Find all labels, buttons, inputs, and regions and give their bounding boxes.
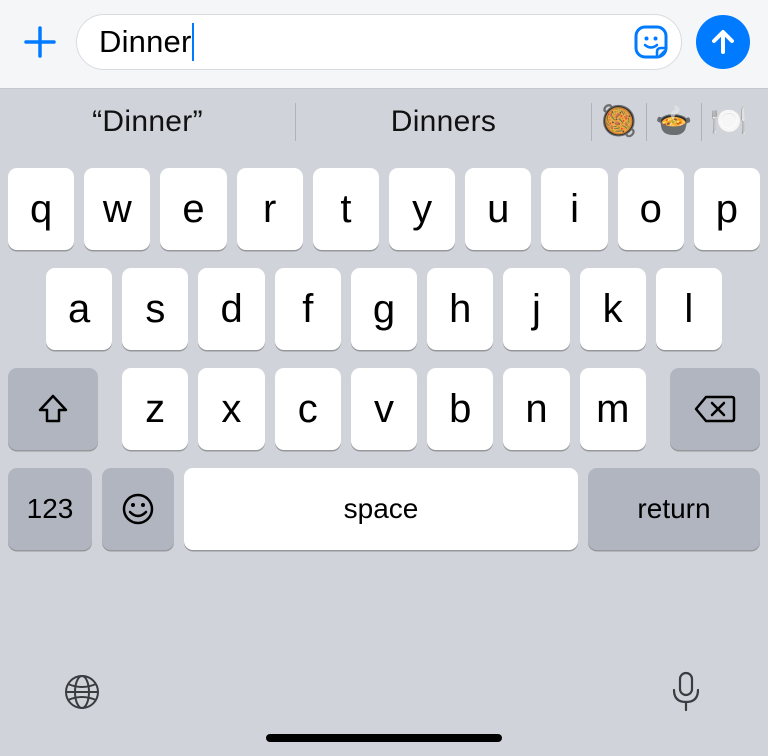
key-w[interactable]: w [84,168,150,250]
key-row-3: z x c v b n m [8,368,760,450]
key-emoji[interactable] [102,468,174,550]
suggestion-emoji-3[interactable]: 🍽️ [702,104,756,139]
globe-button[interactable] [58,668,106,716]
text-caret [192,23,194,61]
suggestion-quoted[interactable]: “Dinner” [0,105,295,139]
key-i[interactable]: i [541,168,607,250]
sticker-smile-icon [633,24,669,60]
key-s[interactable]: s [122,268,188,350]
key-v[interactable]: v [351,368,417,450]
shift-icon [35,391,71,427]
key-n[interactable]: n [503,368,569,450]
key-return[interactable]: return [588,468,760,550]
key-j[interactable]: j [503,268,569,350]
emoji-face-icon [120,491,156,527]
key-a[interactable]: a [46,268,112,350]
key-z[interactable]: z [122,368,188,450]
key-backspace[interactable] [670,368,760,450]
key-m[interactable]: m [580,368,646,450]
key-g[interactable]: g [351,268,417,350]
key-numbers[interactable]: 123 [8,468,92,550]
suggestion-plural[interactable]: Dinners [296,105,591,139]
backspace-icon [694,393,736,425]
key-q[interactable]: q [8,168,74,250]
message-input[interactable]: Dinner [76,14,682,70]
keyboard: q w e r t y u i o p a s d f g h j k l z … [0,154,768,650]
keyboard-bottom-bar [0,650,768,756]
send-arrow-icon [708,27,738,57]
key-row-1: q w e r t y u i o p [8,168,760,250]
suggestion-bar: “Dinner” Dinners 🥘 🍲 🍽️ [0,88,768,154]
compose-bar: Dinner [0,0,768,88]
key-f[interactable]: f [275,268,341,350]
key-o[interactable]: o [618,168,684,250]
dictation-button[interactable] [662,668,710,716]
key-u[interactable]: u [465,168,531,250]
key-space[interactable]: space [184,468,578,550]
key-x[interactable]: x [198,368,264,450]
key-l[interactable]: l [656,268,722,350]
plus-icon [22,24,58,60]
key-h[interactable]: h [427,268,493,350]
key-row-4: 123 space return [8,468,760,550]
key-t[interactable]: t [313,168,379,250]
key-r[interactable]: r [237,168,303,250]
message-text: Dinner [99,24,192,60]
send-button[interactable] [696,15,750,69]
key-p[interactable]: p [694,168,760,250]
key-y[interactable]: y [389,168,455,250]
suggestion-emoji-group: 🥘 🍲 🍽️ [592,103,768,141]
suggestion-emoji-1[interactable]: 🥘 [592,104,646,139]
key-row-2: a s d f g h j k l [8,268,760,350]
add-button[interactable] [18,20,62,64]
key-e[interactable]: e [160,168,226,250]
globe-icon [62,672,102,712]
key-b[interactable]: b [427,368,493,450]
sticker-button[interactable] [631,22,671,62]
key-c[interactable]: c [275,368,341,450]
key-d[interactable]: d [198,268,264,350]
mic-icon [669,670,703,714]
key-shift[interactable] [8,368,98,450]
suggestion-emoji-2[interactable]: 🍲 [647,104,701,139]
home-indicator[interactable] [266,734,502,742]
key-row-3-letters: z x c v b n m [122,368,646,450]
key-k[interactable]: k [580,268,646,350]
